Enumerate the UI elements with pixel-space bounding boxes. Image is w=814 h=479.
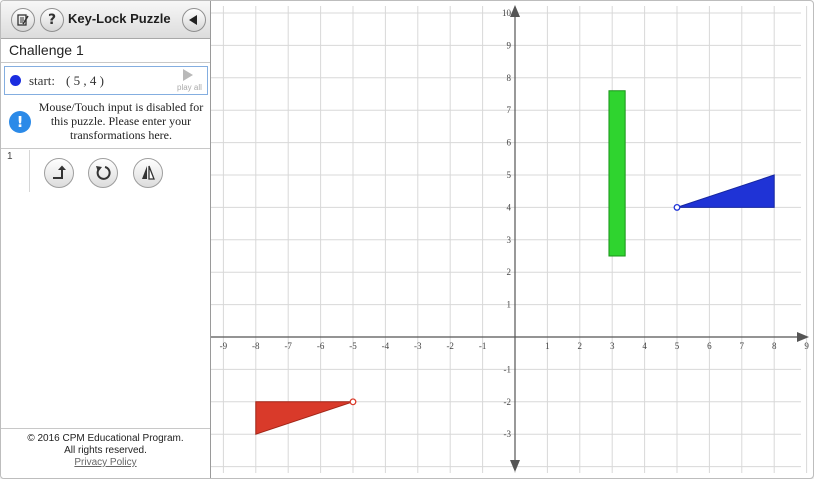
red-lock-point xyxy=(349,398,357,406)
x-tick-label: 6 xyxy=(707,341,712,351)
y-tick-label: 5 xyxy=(507,170,512,180)
y-tick-label: -3 xyxy=(504,429,512,439)
step-number: 1 xyxy=(7,151,13,162)
y-tick-label: 10 xyxy=(502,8,512,18)
x-tick-label: 2 xyxy=(578,341,583,351)
reflect-button[interactable] xyxy=(133,158,163,188)
rights-text: All rights reserved. xyxy=(64,445,147,456)
y-tick-label: 8 xyxy=(507,73,512,83)
y-tick-label: 1 xyxy=(507,300,512,310)
y-axis-arrow-up xyxy=(510,5,520,17)
x-tick-label: -5 xyxy=(349,341,357,351)
sidebar: ? Key-Lock Puzzle Challenge 1 start: ( 5… xyxy=(1,1,211,478)
x-tick-label: 1 xyxy=(545,341,550,351)
x-tick-label: -4 xyxy=(382,341,390,351)
coordinate-plane[interactable]: -9 -8 -7 -6 -5 -4 -3 -2 -1 1 2 3 4 5 6 7 8 9 -3 -2 -1 1 2 3 4 5 6 7… xyxy=(211,1,813,478)
y-tick-label: 7 xyxy=(507,105,512,115)
x-tick-label: -8 xyxy=(252,341,260,351)
transformation-steps: 1 xyxy=(1,150,210,428)
play-all-label: play all xyxy=(177,83,202,92)
notes-icon xyxy=(17,14,29,26)
y-axis-arrow-down xyxy=(510,460,520,472)
copyright-text: © 2016 CPM Educational Program. xyxy=(27,433,184,444)
y-tick-label: -1 xyxy=(504,364,512,374)
x-tick-label: -1 xyxy=(479,341,487,351)
y-tick-label: 4 xyxy=(507,202,512,212)
x-tick-label: -3 xyxy=(414,341,422,351)
back-button[interactable] xyxy=(182,8,206,32)
x-tick-label: 3 xyxy=(610,341,615,351)
privacy-policy-link[interactable]: Privacy Policy xyxy=(1,457,210,469)
play-icon xyxy=(183,69,193,81)
translate-icon xyxy=(53,165,66,179)
start-color-dot xyxy=(10,75,21,86)
notice-text: Mouse/Touch input is disabled for this p… xyxy=(38,100,204,142)
green-rectangle[interactable] xyxy=(608,90,626,257)
y-tick-label: 3 xyxy=(507,235,512,245)
start-coordinates: ( 5 , 4 ) xyxy=(66,73,104,88)
challenge-header: Challenge 1 xyxy=(1,39,210,63)
y-tick-label: 9 xyxy=(507,40,512,50)
blue-key-point xyxy=(673,203,681,211)
header-bar: ? Key-Lock Puzzle xyxy=(1,1,210,39)
x-tick-label: -6 xyxy=(317,341,325,351)
x-tick-label: 8 xyxy=(772,341,777,351)
app-title: Key-Lock Puzzle xyxy=(68,11,171,26)
y-tick-label: -2 xyxy=(504,397,512,407)
x-tick-label: 7 xyxy=(740,341,745,351)
x-tick-label: 5 xyxy=(675,341,680,351)
help-button[interactable]: ? xyxy=(40,8,64,32)
rotate-button[interactable] xyxy=(88,158,118,188)
x-tick-label: -9 xyxy=(220,341,228,351)
x-tick-label: 4 xyxy=(642,341,647,351)
footer: © 2016 CPM Educational Program. All righ… xyxy=(1,428,210,478)
coordinate-graph[interactable]: -9 -8 -7 -6 -5 -4 -3 -2 -1 1 2 3 4 5 6 7 8 9 -3 -2 -1 1 2 3 4 5 6 7… xyxy=(211,1,813,478)
blue-triangle-key[interactable] xyxy=(676,174,775,208)
input-disabled-notice: ! Mouse/Touch input is disabled for this… xyxy=(1,97,210,149)
x-tick-label: 9 xyxy=(804,341,809,351)
info-icon: ! xyxy=(9,111,31,133)
start-row[interactable]: start: ( 5 , 4 ) play all xyxy=(4,66,208,95)
step-divider xyxy=(29,150,30,192)
challenge-title: Challenge 1 xyxy=(9,42,84,58)
back-triangle-icon xyxy=(189,15,197,25)
x-tick-label: -7 xyxy=(284,341,292,351)
question-icon: ? xyxy=(47,12,57,28)
red-triangle-lock[interactable] xyxy=(255,401,354,435)
y-tick-label: 2 xyxy=(507,267,512,277)
rotate-icon xyxy=(96,166,111,180)
translate-button[interactable] xyxy=(44,158,74,188)
x-tick-label: -2 xyxy=(446,341,454,351)
start-label: start: xyxy=(29,73,55,88)
y-tick-label: 6 xyxy=(507,138,512,148)
play-all-button[interactable]: play all xyxy=(173,67,209,95)
reflect-icon xyxy=(142,165,155,180)
notes-button[interactable] xyxy=(11,8,35,32)
app-window: ? Key-Lock Puzzle Challenge 1 start: ( 5… xyxy=(0,0,814,479)
